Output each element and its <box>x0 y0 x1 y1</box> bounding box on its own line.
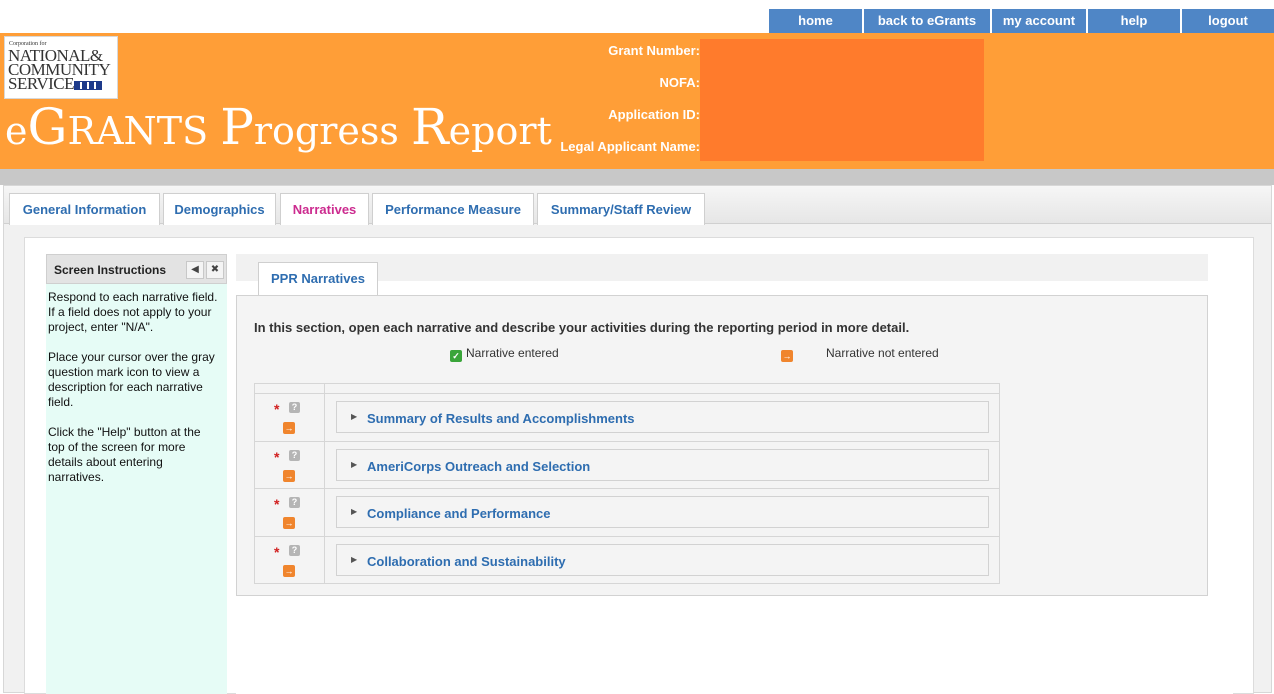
home-link[interactable]: home <box>769 9 862 33</box>
help-link[interactable]: help <box>1086 9 1180 33</box>
arrow-right-icon: → <box>781 350 793 362</box>
tab-summary-staff-review[interactable]: Summary/Staff Review <box>537 193 705 225</box>
application-id-label: Application ID: <box>608 107 700 122</box>
header-banner: Corporation for NATIONAL& COMMUNITY SERV… <box>0 33 1274 169</box>
check-icon: ✓ <box>450 350 462 362</box>
grant-number-label: Grant Number: <box>608 43 700 58</box>
required-marker: * <box>274 401 280 417</box>
not-entered-icon: → <box>283 564 295 577</box>
redacted-values <box>700 39 984 161</box>
back-to-egrants-link[interactable]: back to eGrants <box>862 9 990 33</box>
my-account-link[interactable]: my account <box>990 9 1086 33</box>
narrative-row: * ? → ▶ Collaboration and Sustainability <box>255 536 999 584</box>
question-mark-icon[interactable]: ? <box>289 497 300 508</box>
logout-link[interactable]: logout <box>1180 9 1274 33</box>
grant-meta: Grant Number: NOFA: Application ID: Lega… <box>530 43 700 171</box>
expand-arrow-icon: ▶ <box>351 459 358 469</box>
legal-applicant-name-label: Legal Applicant Name: <box>560 139 700 154</box>
expand-arrow-icon: ▶ <box>351 412 358 421</box>
header-divider <box>0 169 1274 185</box>
tab-performance-measure[interactable]: Performance Measure <box>372 193 534 225</box>
expand-arrow-icon: ▶ <box>351 554 358 564</box>
required-marker: * <box>274 543 280 560</box>
nofa-label: NOFA: <box>659 75 700 90</box>
flag-icon <box>73 80 102 90</box>
panel-body: In this section, open each narrative and… <box>236 295 1208 596</box>
narrative-row: * ? → ▶ Summary of Results and Accomplis… <box>255 394 999 442</box>
legend-not-entered-label: Narrative not entered <box>826 346 939 360</box>
required-marker: * <box>274 496 280 512</box>
not-entered-icon: → <box>283 517 295 529</box>
not-entered-icon: → <box>283 469 295 482</box>
question-mark-icon[interactable]: ? <box>289 544 300 556</box>
narrative-collaboration-and-sustainability[interactable]: ▶ Collaboration and Sustainability <box>336 543 989 576</box>
tab-ppr-narratives[interactable]: PPR Narratives <box>258 262 378 296</box>
screen-instructions-header: Screen Instructions ◀ ✖ <box>46 254 227 284</box>
table-header <box>255 384 999 394</box>
tab-demographics[interactable]: Demographics <box>163 193 276 225</box>
cncs-logo: Corporation for NATIONAL& COMMUNITY SERV… <box>4 36 118 99</box>
collapse-left-icon[interactable]: ◀ <box>186 261 204 279</box>
legend-not-entered: → <box>781 346 797 362</box>
narratives-table: * ? → ▶ Summary of Results and Accomplis… <box>254 383 1000 584</box>
intro-text: In this section, open each narrative and… <box>254 320 910 335</box>
screen-instructions-title: Screen Instructions <box>54 263 167 277</box>
tab-narratives[interactable]: Narratives <box>280 193 369 225</box>
legend-entered: ✓ Narrative entered <box>450 346 559 362</box>
narrative-compliance-and-performance[interactable]: ▶ Compliance and Performance <box>336 496 989 528</box>
top-nav: home back to eGrants my account help log… <box>769 9 1274 33</box>
content-area: Screen Instructions ◀ ✖ Respond to each … <box>24 237 1254 694</box>
close-icon[interactable]: ✖ <box>206 261 224 279</box>
tab-general-information[interactable]: General Information <box>9 193 160 225</box>
question-mark-icon[interactable]: ? <box>289 449 300 461</box>
narrative-americorps-outreach[interactable]: ▶ AmeriCorps Outreach and Selection <box>336 448 989 481</box>
not-entered-icon: → <box>283 422 295 434</box>
narrative-row: * ? → ▶ Compliance and Performance <box>255 489 999 537</box>
question-mark-icon[interactable]: ? <box>289 402 300 413</box>
app-title: eGRANTS Progress Report <box>5 98 552 156</box>
tab-bar: General Information Demographics Narrati… <box>4 186 1271 225</box>
screen-instructions-text: Respond to each narrative field. If a fi… <box>48 290 218 484</box>
narratives-panel: PPR Narratives In this section, open eac… <box>236 254 1233 694</box>
expand-arrow-icon: ▶ <box>351 507 358 516</box>
narrative-row: * ? → ▶ AmeriCorps Outreach and Selectio… <box>255 441 999 489</box>
panel-header <box>236 254 1208 281</box>
main-area: General Information Demographics Narrati… <box>3 185 1272 694</box>
screen-instructions-panel: Screen Instructions ◀ ✖ Respond to each … <box>46 254 227 694</box>
narrative-summary-of-results[interactable]: ▶ Summary of Results and Accomplishments <box>336 401 989 433</box>
required-marker: * <box>274 448 280 465</box>
